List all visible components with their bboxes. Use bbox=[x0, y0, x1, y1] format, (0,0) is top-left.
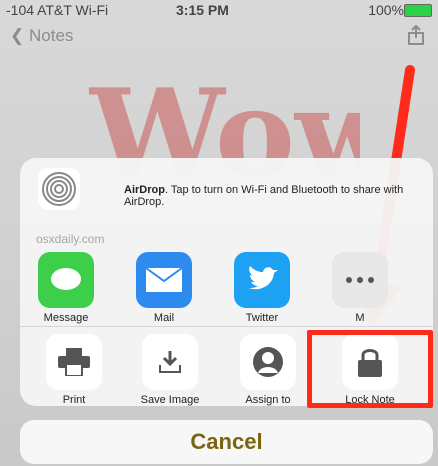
share-icon[interactable] bbox=[406, 24, 426, 51]
twitter-label: Twitter bbox=[245, 312, 279, 324]
message-label: Message bbox=[43, 312, 89, 324]
highlight-box bbox=[307, 330, 433, 408]
more-icon bbox=[332, 252, 388, 308]
status-time: 3:15 PM bbox=[176, 2, 229, 18]
save-image-label: Save Image bbox=[140, 394, 200, 406]
save-image-icon bbox=[142, 334, 198, 390]
back-label: Notes bbox=[28, 26, 74, 45]
back-button[interactable]: ❮ Notes bbox=[10, 26, 73, 46]
cancel-button[interactable]: Cancel bbox=[20, 420, 433, 464]
mail-label: Mail bbox=[153, 312, 175, 324]
battery-percent: 100% bbox=[368, 2, 404, 18]
twitter-app[interactable]: Twitter bbox=[222, 252, 302, 324]
assign-contact-action[interactable]: Assign to Contact bbox=[228, 334, 308, 406]
airdrop-text: AirDrop. Tap to turn on Wi-Fi and Blueto… bbox=[124, 184, 424, 208]
airdrop-desc: . Tap to turn on Wi-Fi and Bluetooth to … bbox=[124, 184, 404, 208]
print-icon bbox=[46, 334, 102, 390]
airdrop-icon bbox=[38, 168, 80, 210]
status-bar: -104 AT&T Wi-Fi 3:15 PM 100% bbox=[0, 0, 438, 20]
twitter-icon bbox=[234, 252, 290, 308]
contact-icon bbox=[240, 334, 296, 390]
more-label: M bbox=[355, 312, 365, 324]
source-watermark: osxdaily.com bbox=[36, 232, 105, 246]
nav-bar: ❮ Notes bbox=[0, 24, 438, 52]
save-image-action[interactable]: Save Image bbox=[130, 334, 210, 406]
battery-icon bbox=[404, 4, 432, 17]
message-app[interactable]: Message bbox=[26, 252, 106, 324]
print-action[interactable]: Print bbox=[34, 334, 114, 406]
mail-icon bbox=[136, 252, 192, 308]
more-app[interactable]: M bbox=[320, 252, 400, 324]
carrier-signal: -104 AT&T Wi-Fi bbox=[6, 2, 109, 18]
apps-row: Message Mail Twitter M bbox=[20, 252, 433, 324]
divider bbox=[20, 326, 433, 327]
airdrop-title: AirDrop bbox=[124, 184, 165, 196]
mail-app[interactable]: Mail bbox=[124, 252, 204, 324]
message-icon bbox=[38, 252, 94, 308]
print-label: Print bbox=[62, 394, 86, 406]
airdrop-row[interactable]: AirDrop. Tap to turn on Wi-Fi and Blueto… bbox=[20, 158, 433, 218]
assign-contact-label: Assign to Contact bbox=[245, 394, 291, 406]
chevron-left-icon: ❮ bbox=[10, 26, 25, 45]
